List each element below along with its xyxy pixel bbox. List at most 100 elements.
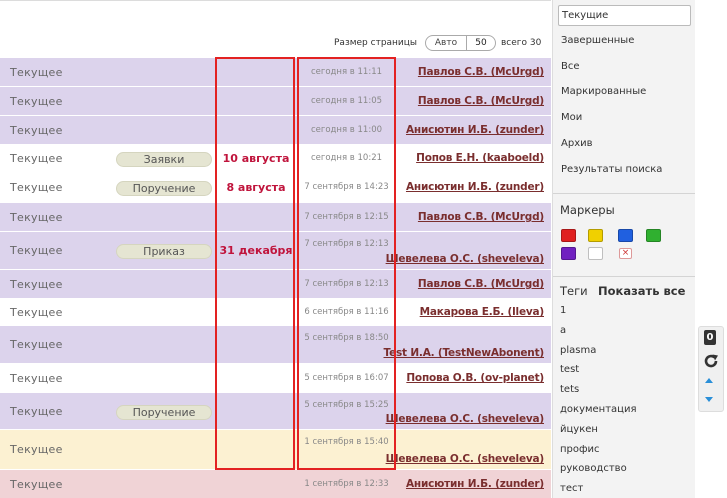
task-row[interactable]: Текущее 7 сентября в 12:13 Павлов С.В. (Mc… — [0, 270, 551, 299]
task-status: Текущее — [10, 211, 63, 224]
filter-item[interactable]: Архив — [558, 134, 691, 155]
color-marker[interactable] — [561, 247, 576, 260]
tag-link[interactable]: документация — [560, 404, 637, 415]
task-author-link[interactable]: Макарова Е.Б. (lleva) — [420, 306, 545, 318]
task-status: Текущее — [10, 338, 63, 351]
task-status: Текущее — [10, 124, 63, 137]
tag-link[interactable]: руководство — [560, 463, 627, 474]
task-row[interactable]: Текущее сегодня в 11:05 Павлов С.В. (McUrg… — [0, 87, 551, 116]
task-updated-date: 5 сентября в 16:07 — [304, 373, 389, 383]
task-updated-date: 7 сентября в 12:13 — [304, 239, 389, 249]
task-status: Текущее — [10, 372, 63, 385]
task-updated-date: сегодня в 11:00 — [310, 125, 383, 135]
task-row[interactable]: Текущее Заявки 10 августа сегодня в 10:21 По… — [0, 145, 551, 173]
task-author-link[interactable]: Анисютин И.Б. (zunder) — [406, 181, 544, 193]
task-row[interactable]: Текущее 5 сентября в 16:07 Попова О.В. (ov… — [0, 364, 551, 393]
filter-item[interactable]: Завершенные — [558, 31, 691, 52]
task-row[interactable]: Текущее 1 сентября в 12:33 Анисютин И.Б. (… — [0, 470, 551, 498]
task-status: Текущее — [10, 405, 63, 418]
task-status: Текущее — [10, 278, 63, 291]
filter-item[interactable]: Маркированные — [558, 82, 691, 103]
task-author-link[interactable]: Шевелева О.С. (sheveleva) — [386, 413, 545, 425]
filter-item[interactable]: Результаты поиска — [558, 160, 691, 181]
unread-count-badge: 0 — [704, 330, 716, 345]
task-updated-date: 6 сентября в 11:16 — [304, 307, 389, 317]
task-row[interactable]: Текущее 1 сентября в 15:40 Шевелева О.С. (… — [0, 430, 551, 470]
top-divider — [0, 0, 551, 1]
tag-link[interactable]: tets — [560, 384, 579, 395]
task-updated-date: 7 сентября в 12:13 — [304, 279, 389, 289]
tag-link[interactable]: a — [560, 325, 566, 336]
tag-link[interactable]: йцукен — [560, 424, 598, 435]
task-status: Текущее — [10, 306, 63, 319]
color-marker[interactable] — [588, 247, 603, 260]
color-marker[interactable] — [646, 229, 661, 242]
task-updated-date: 7 сентября в 14:23 — [304, 182, 389, 192]
refresh-icon[interactable] — [702, 352, 720, 370]
right-toolbar: 0 — [695, 0, 727, 498]
markers-heading: Маркеры — [560, 203, 615, 217]
pager-bar: Размер страницы Авто всего 30 — [0, 31, 551, 55]
tag-link[interactable]: 1 — [560, 305, 566, 316]
task-row[interactable]: Текущее Поручение 8 августа 7 сентября в 14… — [0, 173, 551, 203]
task-author-link[interactable]: Павлов С.В. (McUrgd) — [418, 66, 544, 78]
task-type-badge: Поручение — [116, 181, 212, 196]
task-updated-date: сегодня в 11:05 — [310, 96, 383, 106]
color-marker[interactable] — [561, 229, 576, 242]
task-author-link[interactable]: Павлов С.В. (McUrgd) — [418, 95, 544, 107]
scroll-down-icon[interactable] — [705, 397, 713, 402]
tag-link[interactable]: тест — [560, 483, 583, 494]
task-updated-date: 5 сентября в 18:50 — [304, 333, 389, 343]
task-author-link[interactable]: Попова О.В. (ov-planet) — [406, 372, 544, 384]
task-status: Текущее — [10, 152, 63, 165]
tag-link[interactable]: test — [560, 364, 579, 375]
task-status: Текущее — [10, 443, 63, 456]
task-author-link[interactable]: Павлов С.В. (McUrgd) — [418, 278, 544, 290]
page-size-label: Размер страницы — [334, 38, 418, 48]
task-status: Текущее — [10, 95, 63, 108]
tag-link[interactable]: plasma — [560, 345, 596, 356]
tag-link[interactable]: профис — [560, 444, 600, 455]
task-row[interactable]: Текущее 5 сентября в 18:50 Test И.А. (Test… — [0, 326, 551, 364]
sidebar-divider — [553, 276, 696, 277]
task-list-panel: Размер страницы Авто всего 30 Текущее сег… — [0, 0, 551, 498]
filter-item[interactable]: Мои — [558, 108, 691, 129]
color-marker[interactable] — [588, 229, 603, 242]
filter-item[interactable]: Текущие — [558, 5, 691, 26]
task-status: Текущее — [10, 66, 63, 79]
task-author-link[interactable]: Анисютин И.Б. (zunder) — [406, 124, 544, 136]
task-row[interactable]: Текущее сегодня в 11:00 Анисютин И.Б. (zun… — [0, 116, 551, 145]
page-size-auto-button[interactable]: Авто — [425, 35, 467, 51]
filter-item[interactable]: Все — [558, 57, 691, 78]
task-updated-date: 5 сентября в 15:25 — [304, 400, 389, 410]
task-row[interactable]: Текущее Поручение 5 сентября в 15:25 Шевеле… — [0, 393, 551, 430]
task-deadline: 31 декабря — [219, 244, 293, 257]
task-type-badge: Поручение — [116, 405, 212, 420]
task-author-link[interactable]: Попов Е.Н. (kaaboeld) — [416, 152, 544, 164]
task-row[interactable]: Текущее Приказ 31 декабря 7 сентября в 12:1… — [0, 232, 551, 270]
page-size-input[interactable] — [466, 35, 496, 51]
task-updated-date: сегодня в 11:11 — [310, 67, 383, 77]
task-type-badge: Заявки — [116, 152, 212, 167]
task-type-badge: Приказ — [116, 244, 212, 259]
clear-marker-icon[interactable]: × — [619, 248, 632, 259]
color-marker[interactable] — [618, 229, 633, 242]
task-author-link[interactable]: Анисютин И.Б. (zunder) — [406, 478, 544, 490]
task-updated-date: 1 сентября в 12:33 — [304, 479, 389, 489]
task-author-link[interactable]: Шевелева О.С. (sheveleva) — [386, 453, 545, 465]
task-status: Текущее — [10, 181, 63, 194]
task-updated-date: сегодня в 10:21 — [310, 153, 383, 163]
task-row[interactable]: Текущее 6 сентября в 11:16 Макарова Е.Б. (… — [0, 299, 551, 326]
filter-sidebar: Текущие Завершенные Все Маркированные Мои Арх… — [552, 0, 696, 498]
scroll-up-icon[interactable] — [705, 378, 713, 383]
task-author-link[interactable]: Шевелева О.С. (sheveleva) — [386, 253, 545, 265]
task-deadline: 8 августа — [226, 181, 286, 194]
task-row[interactable]: Текущее 7 сентября в 12:15 Павлов С.В. (Mc… — [0, 203, 551, 232]
task-author-link[interactable]: Test И.А. (TestNewAbonent) — [384, 347, 545, 359]
show-all-tags-link[interactable]: Показать все — [598, 284, 685, 298]
task-author-link[interactable]: Павлов С.В. (McUrgd) — [418, 211, 544, 223]
tags-heading: Теги — [560, 284, 588, 298]
sidebar-divider — [553, 193, 696, 194]
task-row[interactable]: Текущее сегодня в 11:11 Павлов С.В. (McUrg… — [0, 58, 551, 87]
task-status: Текущее — [10, 478, 63, 491]
